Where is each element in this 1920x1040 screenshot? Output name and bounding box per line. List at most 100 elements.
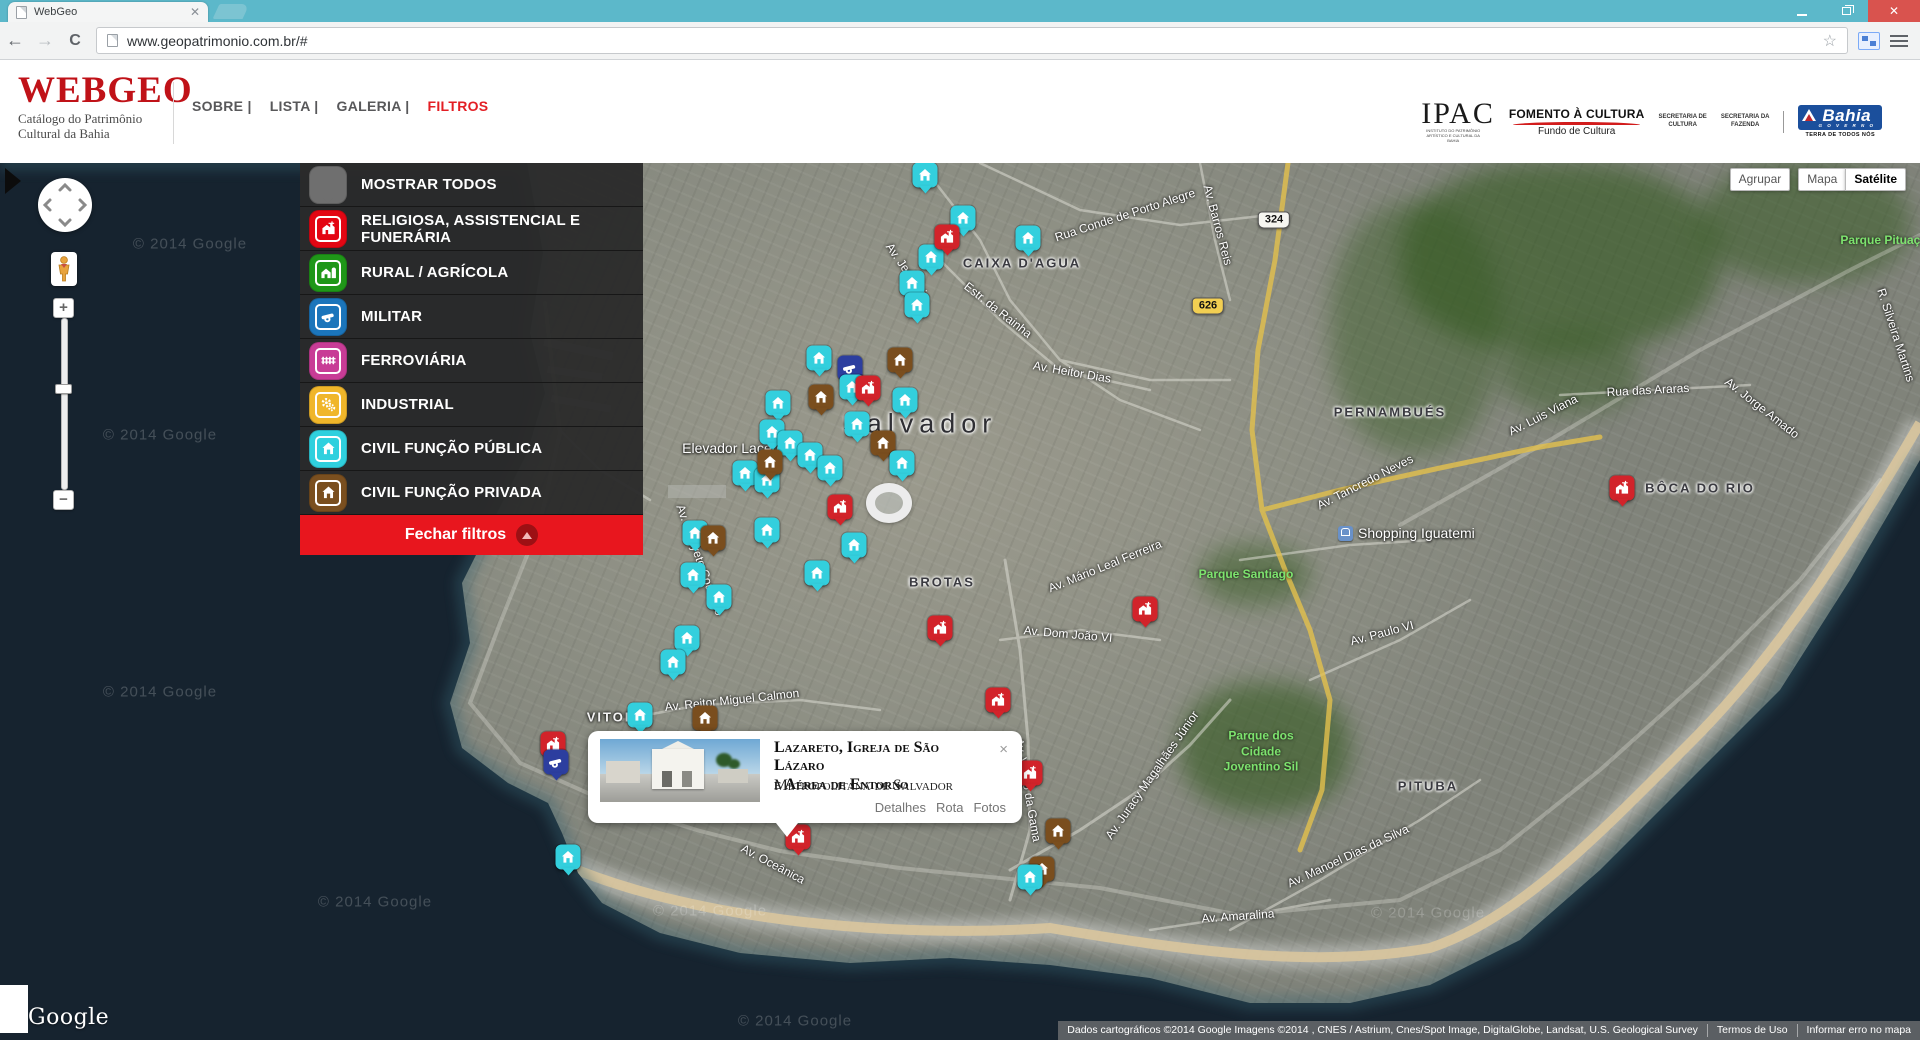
poi-label: Shopping Iguatemi	[1358, 525, 1475, 541]
filter-civil-funcao-publica[interactable]: CIVIL FUNÇÃO PÚBLICA	[300, 427, 643, 471]
filter-militar[interactable]: MILITAR	[300, 295, 643, 339]
google-logo: Google	[28, 1005, 109, 1030]
poi-shopping-iguatemi[interactable]: Shopping Iguatemi	[1338, 525, 1475, 541]
map-marker-publica[interactable]	[845, 412, 870, 437]
maptype-agrupar[interactable]: Agrupar	[1730, 168, 1791, 191]
browser-tab[interactable]: WebGeo ✕	[8, 2, 208, 22]
new-tab-button[interactable]	[213, 4, 250, 19]
maptype-satelite[interactable]: Satélite	[1845, 168, 1906, 191]
church-icon	[860, 380, 877, 397]
zoom-in-button[interactable]: +	[53, 298, 74, 318]
map-marker-privada[interactable]	[693, 706, 718, 731]
webgeo-logo[interactable]: WEBGEO Catálogo do Patrimônio Cultural d…	[18, 72, 193, 142]
sidebar-toggle-arrow[interactable]	[5, 168, 21, 194]
window-restore-button[interactable]	[1824, 0, 1868, 22]
map-marker-publica[interactable]	[628, 703, 653, 728]
browser-toolbar: ← → C www.geopatrimonio.com.br/# ☆	[0, 22, 1920, 60]
filter-ferroviaria[interactable]: FERROVIÁRIA	[300, 339, 643, 383]
nav-galeria[interactable]: GALERIA |	[337, 98, 410, 114]
map-marker-publica[interactable]	[818, 456, 843, 481]
filter-religiosa-assistencial-e-funeraria[interactable]: RELIGIOSA, ASSISTENCIAL E FUNERÁRIA	[300, 207, 643, 251]
area-label-brotas: BROTAS	[909, 575, 975, 590]
map-marker-publica[interactable]	[913, 163, 938, 188]
forward-button[interactable]: →	[30, 30, 60, 51]
house-icon	[809, 565, 826, 582]
map-marker-publica[interactable]	[905, 293, 930, 318]
nav-filtros[interactable]: FILTROS	[428, 98, 489, 114]
report-map-error-link[interactable]: Informar erro no mapa	[1797, 1024, 1920, 1037]
infowindow-links: Detalhes Rota Fotos	[865, 800, 1006, 815]
zoom-slider-track[interactable]	[61, 318, 68, 490]
map-marker-religiosa[interactable]	[1133, 597, 1158, 622]
google-watermark: © 2014 Google	[653, 903, 767, 920]
back-button[interactable]: ←	[0, 30, 30, 51]
filter-rural-agricola[interactable]: RURAL / AGRÍCOLA	[300, 251, 643, 295]
map-marker-publica[interactable]	[807, 346, 832, 371]
zoom-out-button[interactable]: −	[53, 490, 74, 510]
address-bar[interactable]: www.geopatrimonio.com.br/# ☆	[96, 27, 1848, 54]
filter-mostrar-todos[interactable]: MOSTRAR TODOS	[300, 163, 643, 207]
url-text[interactable]: www.geopatrimonio.com.br/#	[127, 33, 1823, 49]
map-marker-religiosa[interactable]	[856, 376, 881, 401]
partner-logos: IPAC INSTITUTO DO PATRIMÔNIO ARTÍSTICO E…	[1421, 100, 1882, 143]
window-close-button[interactable]: ✕	[1868, 0, 1920, 22]
browser-menu-icon[interactable]	[1890, 32, 1908, 50]
map-marker-publica[interactable]	[1018, 865, 1043, 890]
map-marker-religiosa[interactable]	[986, 688, 1011, 713]
map-marker-privada[interactable]	[809, 385, 834, 410]
zoom-slider-handle[interactable]	[55, 384, 72, 394]
tab-title: WebGeo	[34, 6, 190, 18]
map-marker-publica[interactable]	[1016, 226, 1041, 251]
map-marker-publica[interactable]	[661, 650, 686, 675]
nav-lista[interactable]: LISTA |	[270, 98, 319, 114]
house-icon	[904, 275, 921, 292]
map-marker-religiosa[interactable]	[928, 616, 953, 641]
pan-control[interactable]	[38, 178, 92, 232]
close-filters-button[interactable]: Fechar filtros	[300, 515, 643, 555]
infowindow-link-rota[interactable]: Rota	[936, 800, 963, 815]
map-marker-publica[interactable]	[893, 388, 918, 413]
house-icon	[875, 435, 892, 452]
filter-label: MILITAR	[361, 308, 422, 325]
reload-button[interactable]: C	[60, 32, 90, 50]
extension-icon[interactable]	[1858, 32, 1880, 50]
map-marker-religiosa[interactable]	[935, 225, 960, 250]
map-marker-publica[interactable]	[707, 585, 732, 610]
house-icon	[909, 297, 926, 314]
map-marker-publica[interactable]	[805, 561, 830, 586]
window-minimize-button[interactable]	[1780, 0, 1824, 22]
map-marker-publica[interactable]	[556, 845, 581, 870]
house-icon	[1050, 823, 1067, 840]
map-marker-privada[interactable]	[758, 450, 783, 475]
house-icon	[955, 210, 972, 227]
map-marker-publica[interactable]	[675, 626, 700, 651]
filter-civil-funcao-privada[interactable]: CIVIL FUNÇÃO PRIVADA	[300, 471, 643, 515]
bookmark-star-icon[interactable]: ☆	[1823, 31, 1837, 51]
map-marker-religiosa[interactable]	[1610, 476, 1635, 501]
map-marker-militar[interactable]	[544, 750, 569, 775]
map-marker-religiosa[interactable]	[828, 495, 853, 520]
street-view-pegman[interactable]	[51, 252, 77, 286]
map-marker-publica[interactable]	[842, 533, 867, 558]
infowindow-close-icon[interactable]: ×	[999, 741, 1008, 758]
infowindow-link-detalhes[interactable]: Detalhes	[875, 800, 926, 815]
terms-of-use-link[interactable]: Termos de Uso	[1707, 1024, 1797, 1037]
nav-sobre[interactable]: SOBRE |	[192, 98, 252, 114]
map-marker-publica[interactable]	[766, 391, 791, 416]
map-marker-publica[interactable]	[890, 451, 915, 476]
house-icon	[679, 630, 696, 647]
map-marker-publica[interactable]	[755, 518, 780, 543]
logo-title: WEBGEO	[18, 72, 193, 109]
map-marker-privada[interactable]	[888, 348, 913, 373]
map-marker-privada[interactable]	[701, 526, 726, 551]
map-marker-privada[interactable]	[1046, 819, 1071, 844]
infowindow-link-fotos[interactable]: Fotos	[973, 800, 1006, 815]
map-canvas[interactable]: SalvadorCAIXA D'AGUAPERNAMBUÉSBÔCA DO RI…	[0, 163, 1920, 1040]
house-icon	[923, 249, 940, 266]
filter-label: MOSTRAR TODOS	[361, 176, 497, 193]
filter-industrial[interactable]: INDUSTRIAL	[300, 383, 643, 427]
maptype-mapa[interactable]: Mapa	[1798, 168, 1845, 191]
map-marker-publica[interactable]	[681, 563, 706, 588]
tab-close-icon[interactable]: ✕	[190, 6, 200, 18]
house-icon	[770, 395, 787, 412]
